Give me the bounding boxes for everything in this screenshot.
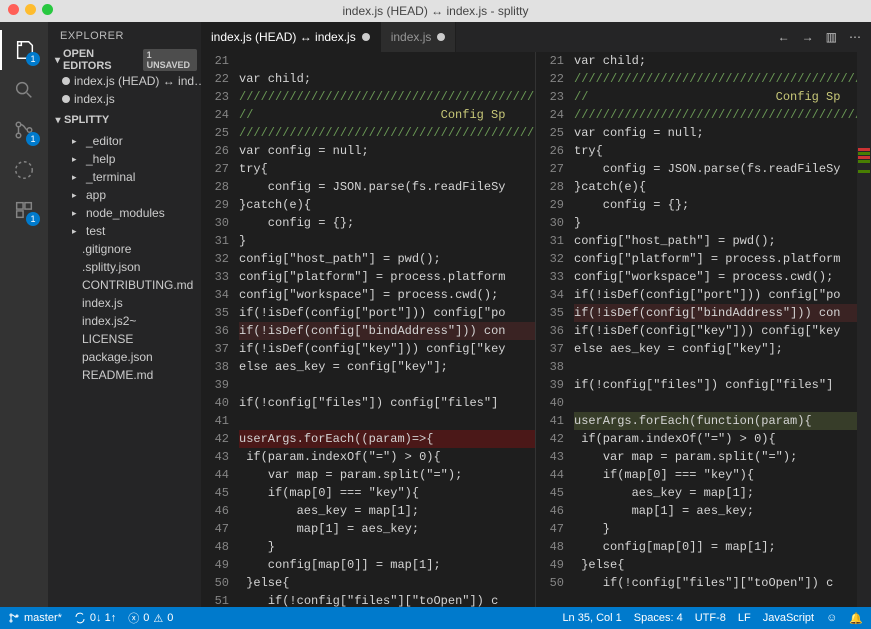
encoding[interactable]: UTF-8 <box>695 612 726 624</box>
git-sync-item[interactable]: 0↓ 1↑ <box>74 612 116 624</box>
open-editors-header[interactable]: ▾ OPEN EDITORS 1 UNSAVED <box>48 50 201 70</box>
project-label: SPLITTY <box>64 114 109 126</box>
eol[interactable]: LF <box>738 612 751 624</box>
file-label: README.md <box>82 368 153 382</box>
file-label: package.json <box>82 350 153 364</box>
project-header[interactable]: ▾ SPLITTY <box>48 110 201 130</box>
folder-label: node_modules <box>86 206 165 220</box>
folder-item[interactable]: ▸ _help <box>48 150 201 168</box>
diff-pane-original[interactable]: 2122232425262728293031323334353637383940… <box>201 52 536 607</box>
folder-label: _help <box>86 152 115 166</box>
feedback-icon[interactable]: ☺ <box>826 612 837 624</box>
editor-area: index.js (HEAD) ↔ index.js index.js ← → … <box>201 22 871 607</box>
overview-ruler[interactable] <box>857 52 871 607</box>
tab-bar: index.js (HEAD) ↔ index.js index.js ← → … <box>201 22 871 52</box>
open-editors-label: OPEN EDITORS <box>63 48 139 72</box>
tab-indexjs[interactable]: index.js <box>381 22 457 52</box>
file-label: LICENSE <box>82 332 133 346</box>
file-label: .gitignore <box>82 242 131 256</box>
activity-bar: 1 1 1 <box>0 22 48 607</box>
status-bar: master* 0↓ 1↑ ⓧ0 ⚠0 Ln 35, Col 1 Spaces:… <box>0 607 871 629</box>
error-icon: ⓧ <box>128 610 139 626</box>
chevron-right-icon: ▸ <box>72 136 82 147</box>
diff-pane-modified[interactable]: 2122232425262728293031323334353637383940… <box>536 52 871 607</box>
scm-badge: 1 <box>26 132 40 146</box>
debug-icon[interactable] <box>0 150 48 190</box>
folder-item[interactable]: ▸ _terminal <box>48 168 201 186</box>
folder-item[interactable]: ▸ node_modules <box>48 204 201 222</box>
diff-split: 2122232425262728293031323334353637383940… <box>201 52 871 607</box>
window-title: index.js (HEAD) ↔ index.js - splitty <box>342 4 528 18</box>
tab-label: index.js (HEAD) ↔ index.js <box>211 30 356 44</box>
unsaved-badge: 1 UNSAVED <box>143 49 197 71</box>
file-label: CONTRIBUTING.md <box>82 278 193 292</box>
file-label: index.js2~ <box>82 314 136 328</box>
sync-label: 0↓ 1↑ <box>90 612 116 624</box>
folder-label: _terminal <box>86 170 135 184</box>
open-editors-list: index.js (HEAD) ↔ ind… index.js <box>48 70 201 110</box>
folder-item[interactable]: ▸ _editor <box>48 132 201 150</box>
search-icon[interactable] <box>0 70 48 110</box>
extensions-icon[interactable]: 1 <box>0 190 48 230</box>
indentation[interactable]: Spaces: 4 <box>634 612 683 624</box>
chevron-right-icon: ▸ <box>72 208 82 219</box>
close-window-button[interactable] <box>8 4 19 15</box>
file-item[interactable]: LICENSE <box>48 330 201 348</box>
cursor-position[interactable]: Ln 35, Col 1 <box>562 612 621 624</box>
extensions-badge: 1 <box>26 212 40 226</box>
modified-dot-icon <box>437 33 445 41</box>
file-item[interactable]: README.md <box>48 366 201 384</box>
sidebar: EXPLORER ▾ OPEN EDITORS 1 UNSAVED index.… <box>48 22 201 607</box>
prev-change-icon[interactable]: ← <box>778 30 790 44</box>
file-item[interactable]: .gitignore <box>48 240 201 258</box>
chevron-right-icon: ▸ <box>72 154 82 165</box>
modified-dot-icon <box>62 77 70 85</box>
branch-label: master* <box>24 612 62 624</box>
file-item[interactable]: CONTRIBUTING.md <box>48 276 201 294</box>
split-editor-icon[interactable]: ▥ <box>826 30 837 44</box>
chevron-right-icon: ▸ <box>72 172 82 183</box>
problems-item[interactable]: ⓧ0 ⚠0 <box>128 610 173 626</box>
tab-diff[interactable]: index.js (HEAD) ↔ index.js <box>201 22 381 52</box>
file-label: .splitty.json <box>82 260 140 274</box>
open-editor-label: index.js (HEAD) ↔ ind… <box>74 74 201 88</box>
modified-dot-icon <box>362 33 370 41</box>
open-editor-item[interactable]: index.js (HEAD) ↔ ind… <box>48 72 201 90</box>
folder-item[interactable]: ▸ test <box>48 222 201 240</box>
notifications-icon[interactable]: 🔔 <box>849 612 863 625</box>
modified-dot-icon <box>62 95 70 103</box>
open-editor-item[interactable]: index.js <box>48 90 201 108</box>
folder-item[interactable]: ▸ app <box>48 186 201 204</box>
explorer-badge: 1 <box>26 52 40 66</box>
tab-label: index.js <box>391 30 432 44</box>
folder-label: test <box>86 224 105 238</box>
window-titlebar: index.js (HEAD) ↔ index.js - splitty <box>0 0 871 22</box>
warning-icon: ⚠ <box>153 612 163 625</box>
folder-label: _editor <box>86 134 123 148</box>
file-item[interactable]: index.js <box>48 294 201 312</box>
explorer-icon[interactable]: 1 <box>0 30 48 70</box>
open-editor-label: index.js <box>74 92 115 106</box>
file-label: index.js <box>82 296 123 310</box>
sidebar-title: EXPLORER <box>48 22 201 50</box>
chevron-down-icon: ▾ <box>52 115 64 126</box>
file-item[interactable]: .splitty.json <box>48 258 201 276</box>
chevron-right-icon: ▸ <box>72 226 82 237</box>
tab-actions: ← → ▥ ⋯ <box>768 22 871 52</box>
scm-icon[interactable]: 1 <box>0 110 48 150</box>
file-item[interactable]: package.json <box>48 348 201 366</box>
chevron-right-icon: ▸ <box>72 190 82 201</box>
folder-label: app <box>86 188 106 202</box>
maximize-window-button[interactable] <box>42 4 53 15</box>
chevron-down-icon: ▾ <box>52 55 63 66</box>
next-change-icon[interactable]: → <box>802 30 814 44</box>
traffic-lights <box>8 4 53 15</box>
more-icon[interactable]: ⋯ <box>849 30 861 44</box>
language-mode[interactable]: JavaScript <box>763 612 814 624</box>
file-item[interactable]: index.js2~ <box>48 312 201 330</box>
minimize-window-button[interactable] <box>25 4 36 15</box>
file-tree: ▸ _editor ▸ _help ▸ _terminal ▸ app ▸ node_module… <box>48 130 201 386</box>
git-branch-item[interactable]: master* <box>8 612 62 624</box>
